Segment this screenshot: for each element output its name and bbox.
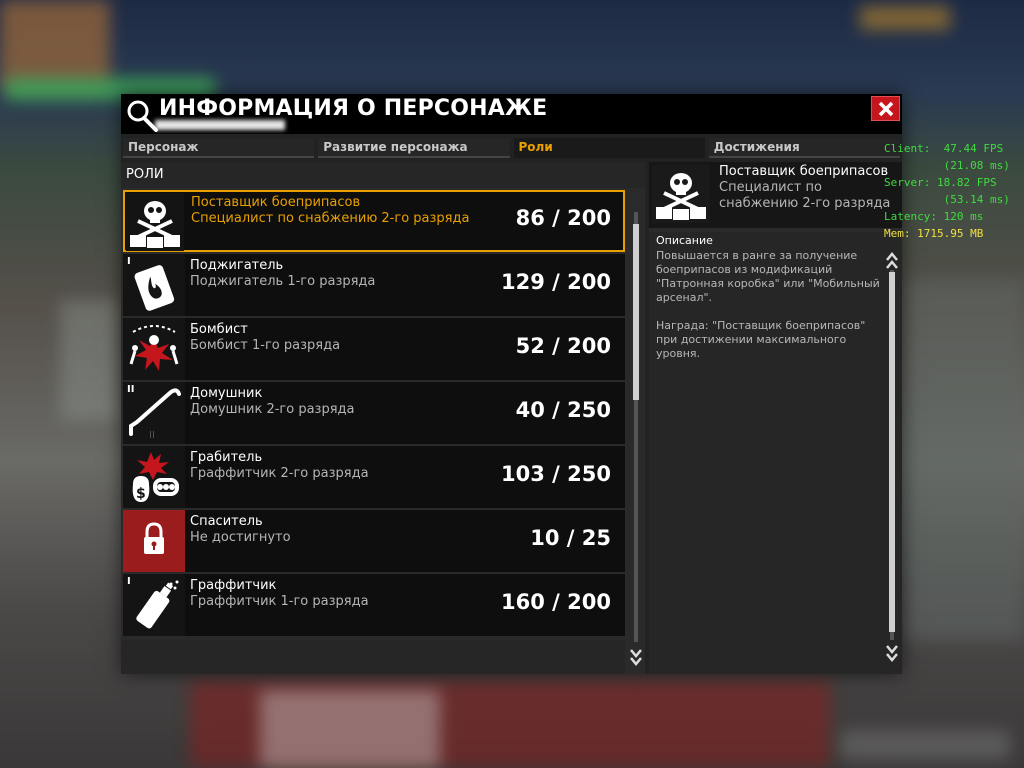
close-button[interactable] (871, 96, 900, 121)
role-name: Поджигатель (190, 258, 284, 273)
role-name: Грабитель (190, 450, 263, 465)
svg-text:II: II (149, 430, 155, 441)
role-progress: 160 / 200 (501, 590, 611, 614)
client-fps: 47.44 FPS (943, 142, 1004, 155)
scroll-down-icon[interactable] (629, 646, 643, 670)
role-rank: Поджигатель 1-го разряда (190, 274, 376, 289)
tab-progression[interactable]: Развитие персонажа (318, 138, 510, 158)
list-footer (121, 640, 625, 674)
client-ms: (21.08 ms) (943, 159, 1010, 172)
role-row-arsonist[interactable]: I Поджигатель Поджигатель 1-го разряда 1… (123, 254, 625, 316)
role-rank: Домушник 2-го разряда (190, 402, 355, 417)
role-name: Поставщик боеприпасов (191, 195, 361, 210)
tab-achievements[interactable]: Достижения (708, 138, 900, 158)
role-row-graffiti[interactable]: I Граффитчик Граффитчик 1-го разряда 160… (123, 574, 625, 636)
role-progress: 52 / 200 (515, 334, 611, 358)
rank-pips: II (127, 384, 135, 395)
role-rank: Граффитчик 2-го разряда (190, 466, 369, 481)
lock-icon (123, 510, 185, 572)
role-row-bomber[interactable]: Бомбист Бомбист 1-го разряда 52 / 200 (123, 318, 625, 380)
role-name: Граффитчик (190, 578, 277, 593)
latency: Latency: 120 ms (884, 210, 984, 223)
character-info-window: ИНФОРМАЦИЯ О ПЕРСОНАЖЕ Персонаж Развитие… (121, 94, 902, 674)
role-progress: 103 / 250 (501, 462, 611, 486)
player-name-redacted (155, 120, 285, 130)
detail-role-rank: Специалист по снабжению 2-го разряда (719, 180, 891, 211)
server-fps: 18.82 FPS (936, 176, 997, 189)
detail-role-name: Поставщик боеприпасов (719, 164, 889, 179)
tab-roles[interactable]: Роли (513, 138, 705, 158)
svg-text:$: $ (136, 486, 146, 502)
description-text: Повышается в ранге за получение боеприпа… (656, 249, 880, 360)
server-label: Server: (884, 176, 931, 189)
rank-pips: I (127, 576, 131, 587)
role-progress: 86 / 200 (515, 206, 611, 230)
role-rank: Граффитчик 1-го разряда (190, 594, 369, 609)
scroll-down-icon[interactable] (885, 642, 899, 664)
tab-bar: Персонаж Развитие персонажа Роли Достиже… (121, 138, 902, 158)
window-title: ИНФОРМАЦИЯ О ПЕРСОНАЖЕ (159, 96, 548, 121)
description-scrollbar[interactable] (885, 250, 899, 664)
role-rank: Бомбист 1-го разряда (190, 338, 341, 353)
skull-crates-icon (126, 193, 184, 251)
role-row-robber[interactable]: $ Грабитель Граффитчик 2-го разряда 103 … (123, 446, 625, 508)
role-name: Бомбист (190, 322, 248, 337)
role-row-burglar[interactable]: II II Домушник Домушник 2-го разряда 40 … (123, 382, 625, 444)
role-row-ammo-supplier[interactable]: Поставщик боеприпасов Специалист по снаб… (123, 190, 625, 252)
scroll-thumb[interactable] (889, 272, 895, 632)
performance-stats: Client: 47.44 FPS (21.08 ms) Server: 18.… (884, 140, 1010, 242)
role-rank: Специалист по снабжению 2-го разряда (191, 211, 470, 226)
memory: Mem: 1715.95 MB (884, 227, 984, 240)
spray-can-icon (123, 574, 185, 636)
explosion-icon (123, 318, 185, 380)
title-bar: ИНФОРМАЦИЯ О ПЕРСОНАЖЕ (121, 94, 902, 134)
detail-header: Поставщик боеприпасов Специалист по снаб… (649, 162, 902, 228)
description-label: Описание (656, 234, 713, 247)
role-progress: 129 / 200 (501, 270, 611, 294)
description-box: Описание Повышается в ранге за получение… (649, 232, 902, 674)
magnifier-icon (127, 100, 158, 132)
role-name: Спаситель (190, 514, 263, 529)
rank-pips: I (127, 256, 131, 267)
roles-header: РОЛИ (121, 162, 645, 188)
fire-card-icon (123, 254, 185, 316)
scroll-up-icon[interactable] (885, 250, 899, 272)
tab-character[interactable]: Персонаж (123, 138, 315, 158)
role-progress: 40 / 250 (515, 398, 611, 422)
role-row-rescuer[interactable]: Спаситель Не достигнуто 10 / 25 (123, 510, 625, 572)
role-rank: Не достигнуто (190, 530, 291, 545)
client-label: Client: (884, 142, 931, 155)
role-detail-panel: Поставщик боеприпасов Специалист по снаб… (649, 162, 902, 674)
scroll-thumb[interactable] (633, 224, 639, 400)
skull-crates-icon (652, 165, 710, 223)
money-bag-icon: $ (123, 446, 185, 508)
close-icon (878, 101, 893, 116)
roles-scrollbar[interactable] (629, 172, 643, 672)
roles-panel: РОЛИ Поставщик боеприпасов Специалист по… (121, 162, 645, 674)
server-ms: (53.14 ms) (943, 193, 1010, 206)
role-name: Домушник (190, 386, 263, 401)
role-progress: 10 / 25 (530, 526, 611, 550)
